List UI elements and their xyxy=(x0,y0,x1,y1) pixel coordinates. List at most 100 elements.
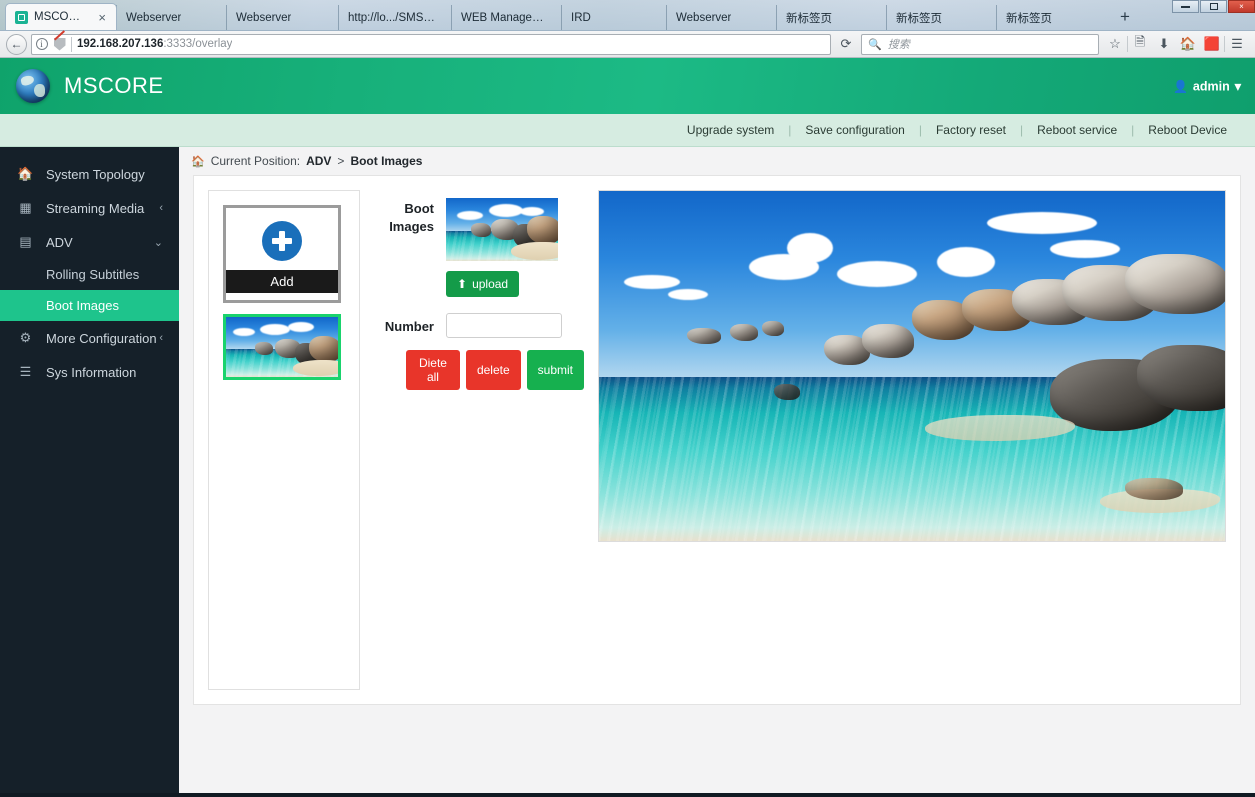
app-page: MSCORE 👤 admin ▾ Upgrade system | Save c… xyxy=(0,58,1255,793)
globe-logo-icon xyxy=(16,69,50,103)
search-placeholder: 搜索 xyxy=(887,39,910,51)
sidebar-item-sys-information[interactable]: ☰ Sys Information xyxy=(0,355,179,389)
browser-window: MSCORE × Webserver Webserver http://lo..… xyxy=(0,0,1255,793)
gears-icon: ⚙ xyxy=(19,330,32,345)
minimize-button[interactable] xyxy=(1172,0,1199,13)
browser-tab-mscore[interactable]: MSCORE × xyxy=(6,4,116,30)
delete-all-button[interactable]: Diete all xyxy=(406,350,460,390)
sidebar-item-more-configuration[interactable]: ⚙ More Configuration ‹ xyxy=(0,321,179,355)
add-label: Add xyxy=(226,270,338,293)
sidebar-item-boot-images[interactable]: Boot Images xyxy=(0,290,179,321)
sidebar-item-adv[interactable]: ▤ ADV ⌄ xyxy=(0,225,179,259)
browser-tab-webserver-3[interactable]: Webserver xyxy=(666,5,776,30)
window-controls: × xyxy=(1171,0,1255,13)
tab-label: Webserver xyxy=(126,11,182,24)
number-label: Number xyxy=(384,318,434,334)
upload-row: ⬆ upload xyxy=(446,271,584,297)
user-menu[interactable]: 👤 admin ▾ xyxy=(1173,79,1241,94)
bookmark-star-icon[interactable]: ☆ xyxy=(1103,33,1127,55)
lines-icon: ☰ xyxy=(19,364,32,379)
action-reboot-service[interactable]: Reboot service xyxy=(1023,123,1131,137)
home-icon[interactable]: 🏠 xyxy=(1176,33,1200,55)
close-icon[interactable]: × xyxy=(98,11,106,24)
delete-button[interactable]: delete xyxy=(465,350,521,390)
sidebar-item-rolling-subtitles[interactable]: Rolling Subtitles xyxy=(0,259,179,290)
chevron-down-icon: ▾ xyxy=(1234,79,1241,94)
upload-icon: ⬆ xyxy=(457,277,468,291)
tab-label: IRD xyxy=(571,11,591,24)
sidebar-item-label: System Topology xyxy=(46,166,145,182)
search-bar[interactable]: 🔍 搜索 xyxy=(861,33,1099,55)
tab-label: 新标签页 xyxy=(786,12,832,25)
boot-image-preview-large[interactable] xyxy=(598,190,1226,542)
back-button[interactable]: ← xyxy=(6,33,27,55)
browser-tab-webserver-2[interactable]: Webserver xyxy=(226,5,338,30)
boot-image-thumbnail[interactable] xyxy=(223,314,341,380)
submit-button[interactable]: submit xyxy=(526,350,584,390)
downloads-icon[interactable]: ⬇ xyxy=(1152,33,1176,55)
browser-navbar: ← i 192.168.207.136:3333/overlay ⟳ 🔍 搜索 … xyxy=(0,29,1255,58)
search-icon: 🔍 xyxy=(868,38,882,51)
breadcrumb-current: Boot Images xyxy=(350,154,423,168)
tab-label: http://lo.../SMSWeb/ xyxy=(348,11,441,24)
film-icon: ▦ xyxy=(19,200,32,215)
library-icon[interactable]: 🗎 xyxy=(1128,33,1152,55)
action-factory-reset[interactable]: Factory reset xyxy=(922,123,1020,137)
pocket-icon[interactable]: 🟥 xyxy=(1200,33,1224,55)
maximize-button[interactable] xyxy=(1200,0,1227,13)
thumbnail-list: Add xyxy=(208,190,360,690)
breadcrumb-separator: > xyxy=(337,154,345,168)
add-image-card[interactable]: Add xyxy=(223,205,341,303)
mscore-favicon xyxy=(15,10,28,24)
close-window-button[interactable]: × xyxy=(1228,0,1255,13)
browser-tab-web-management[interactable]: WEB Management xyxy=(451,5,561,30)
browser-tab-newtab-2[interactable]: 新标签页 xyxy=(886,5,996,30)
user-name: admin xyxy=(1192,79,1230,93)
boot-image-form: Boot Images ⬆ upload Number Diete all de… xyxy=(374,190,584,690)
url-divider xyxy=(71,36,72,52)
new-tab-button[interactable]: + xyxy=(1106,8,1144,27)
site-info-icon[interactable]: i xyxy=(35,38,48,51)
home-icon: 🏠 xyxy=(17,166,34,181)
action-upgrade-system[interactable]: Upgrade system xyxy=(673,123,788,137)
action-reboot-device[interactable]: Reboot Device xyxy=(1134,123,1241,137)
chevron-down-icon: ⌄ xyxy=(153,236,163,249)
breadcrumb: 🏠 Current Position: ADV > Boot Images xyxy=(179,147,1255,175)
browser-tab-smsweb[interactable]: http://lo.../SMSWeb/ xyxy=(338,5,451,30)
action-save-configuration[interactable]: Save configuration xyxy=(791,123,918,137)
number-row: Number xyxy=(374,313,584,338)
insecure-shield-icon xyxy=(53,29,66,51)
address-bar[interactable]: i 192.168.207.136:3333/overlay xyxy=(31,29,831,55)
sidebar-item-label: Rolling Subtitles xyxy=(46,267,140,282)
browser-tab-newtab-3[interactable]: 新标签页 xyxy=(996,5,1106,30)
number-input[interactable] xyxy=(446,313,562,338)
browser-tab-newtab-1[interactable]: 新标签页 xyxy=(776,5,886,30)
sidebar: 🏠 System Topology ▦ Streaming Media ‹ ▤ … xyxy=(0,147,179,793)
tab-label: MSCORE xyxy=(34,11,85,23)
user-icon: 👤 xyxy=(1172,79,1188,93)
breadcrumb-section[interactable]: ADV xyxy=(306,154,331,168)
reload-icon[interactable]: ⟳ xyxy=(835,36,857,52)
tab-label: Webserver xyxy=(676,11,732,24)
sidebar-item-system-topology[interactable]: 🏠 System Topology xyxy=(0,157,179,191)
upload-label: upload xyxy=(472,277,509,291)
chevron-left-icon: ‹ xyxy=(159,332,163,344)
tab-label: WEB Management xyxy=(461,11,551,24)
url-path: :3333/overlay xyxy=(163,38,233,50)
sidebar-item-streaming-media[interactable]: ▦ Streaming Media ‹ xyxy=(0,191,179,225)
chevron-left-icon: ‹ xyxy=(159,202,163,214)
boot-images-label: Boot Images xyxy=(389,201,434,234)
boot-image-preview-small[interactable] xyxy=(446,198,558,261)
panel-wrapper: Add Boot Images ⬆ upload Number Diete al… xyxy=(179,175,1255,705)
app-brand-title: MSCORE xyxy=(64,73,164,98)
tab-label: 新标签页 xyxy=(1006,12,1052,25)
browser-tab-webserver-1[interactable]: Webserver xyxy=(116,5,226,30)
browser-tab-ird[interactable]: IRD xyxy=(561,5,666,30)
menu-icon[interactable]: ☰ xyxy=(1225,33,1249,55)
tab-label: 新标签页 xyxy=(896,12,942,25)
upload-button[interactable]: ⬆ upload xyxy=(446,271,520,297)
breadcrumb-prefix: Current Position: xyxy=(210,154,301,168)
home-icon: 🏠 xyxy=(191,155,205,168)
browser-toolbar-icons: ☆ 🗎 ⬇ 🏠 🟥 ☰ xyxy=(1103,33,1249,55)
main-content: 🏠 Current Position: ADV > Boot Images Ad… xyxy=(179,147,1255,793)
